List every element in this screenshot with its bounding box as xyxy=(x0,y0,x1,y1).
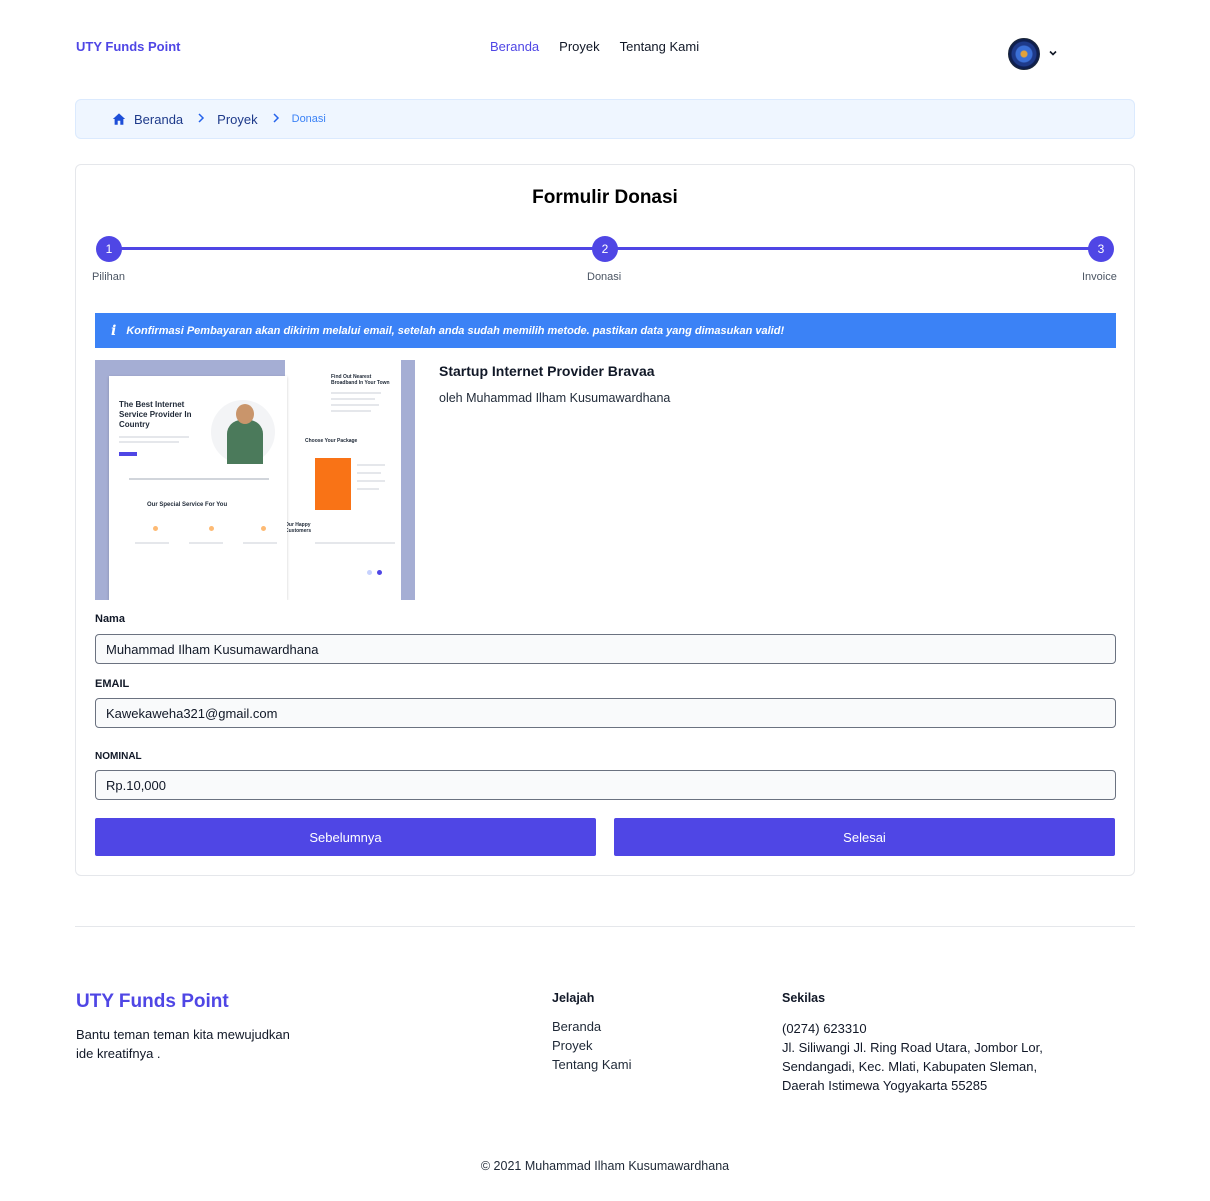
step-2-indicator: 2 xyxy=(592,236,618,262)
email-field[interactable] xyxy=(95,698,1116,728)
breadcrumb-current: Donasi xyxy=(291,113,326,125)
chevron-down-icon xyxy=(1048,48,1058,61)
nav-link-tentang-kami[interactable]: Tentang Kami xyxy=(620,39,700,54)
nominal-label: NOMINAL xyxy=(95,751,142,762)
step-1-indicator: 1 xyxy=(96,236,122,262)
breadcrumb: Beranda Proyek Donasi xyxy=(75,99,1135,139)
footer-explore-links: Beranda Proyek Tentang Kami xyxy=(552,1019,632,1072)
mockup-headline-text: The Best Internet Service Provider In Co… xyxy=(119,400,192,429)
info-alert: i Konfirmasi Pembayaran akan dikirim mel… xyxy=(95,313,1116,348)
project-author: oleh Muhammad Ilham Kusumawardhana xyxy=(439,391,671,405)
footer-contact: (0274) 623310 Jl. Siliwangi Jl. Ring Roa… xyxy=(782,1019,1052,1095)
navbar: UTY Funds Point Beranda Proyek Tentang K… xyxy=(0,0,1210,95)
footer-contact-title: Sekilas xyxy=(782,991,826,1005)
nominal-field[interactable] xyxy=(95,770,1116,800)
mockup-right-page: Find Out Nearest Broadband In Your Town … xyxy=(285,360,401,600)
mockup-find-text: Find Out Nearest Broadband In Your Town xyxy=(331,374,390,386)
mockup-customers-text: Our Happy Customers xyxy=(285,522,312,534)
main-nav: Beranda Proyek Tentang Kami xyxy=(490,39,699,54)
brand-logo-link[interactable]: UTY Funds Point xyxy=(76,39,180,54)
info-alert-text: Konfirmasi Pembayaran akan dikirim melal… xyxy=(126,324,785,337)
footer-phone: (0274) 623310 xyxy=(782,1021,867,1036)
user-menu-toggle[interactable] xyxy=(1008,38,1058,70)
info-icon: i xyxy=(111,322,117,339)
step-3-label: Invoice xyxy=(1082,271,1117,283)
mockup-package-text: Choose Your Package xyxy=(305,438,358,444)
previous-button[interactable]: Sebelumnya xyxy=(95,818,596,856)
mockup-service-text: Our Special Service For You xyxy=(147,502,228,508)
email-label: EMAIL xyxy=(95,678,130,690)
footer-brand: UTY Funds Point xyxy=(76,991,229,1012)
chevron-right-icon xyxy=(197,112,205,126)
nav-link-proyek[interactable]: Proyek xyxy=(559,39,599,54)
home-icon xyxy=(112,113,126,125)
footer-divider xyxy=(75,926,1135,927)
name-label: Nama xyxy=(95,613,125,625)
chevron-right-icon xyxy=(272,112,280,126)
page-title: Formulir Donasi xyxy=(532,187,678,208)
step-3-indicator: 3 xyxy=(1088,236,1114,262)
breadcrumb-proyek[interactable]: Proyek xyxy=(217,112,257,127)
footer-tagline: Bantu teman teman kita mewujudkan ide kr… xyxy=(76,1027,290,1061)
mockup-orange-plan xyxy=(315,458,351,510)
name-field[interactable] xyxy=(95,634,1116,664)
footer-link-tentang-kami[interactable]: Tentang Kami xyxy=(552,1057,632,1072)
finish-button[interactable]: Selesai xyxy=(614,818,1115,856)
footer-link-proyek[interactable]: Proyek xyxy=(552,1038,632,1053)
copyright: © 2021 Muhammad Ilham Kusumawardhana xyxy=(480,1159,730,1173)
step-2-label: Donasi xyxy=(587,271,622,283)
user-avatar-icon xyxy=(1008,38,1040,70)
donation-form-card: Formulir Donasi 1 2 3 Pilihan Donasi Inv… xyxy=(75,164,1135,876)
footer-link-beranda[interactable]: Beranda xyxy=(552,1019,632,1034)
project-title: Startup Internet Provider Bravaa xyxy=(439,363,655,379)
footer-explore-title: Jelajah xyxy=(552,991,595,1005)
nav-link-beranda[interactable]: Beranda xyxy=(490,39,539,54)
project-thumbnail: Find Out Nearest Broadband In Your Town … xyxy=(95,360,415,600)
footer-address: Jl. Siliwangi Jl. Ring Road Utara, Jombo… xyxy=(782,1040,1043,1093)
step-1-label: Pilihan xyxy=(92,271,126,283)
breadcrumb-label-beranda: Beranda xyxy=(134,111,184,127)
mockup-left-page: The Best Internet Service Provider In Co… xyxy=(109,376,287,600)
breadcrumb-home[interactable]: Beranda xyxy=(112,112,183,127)
